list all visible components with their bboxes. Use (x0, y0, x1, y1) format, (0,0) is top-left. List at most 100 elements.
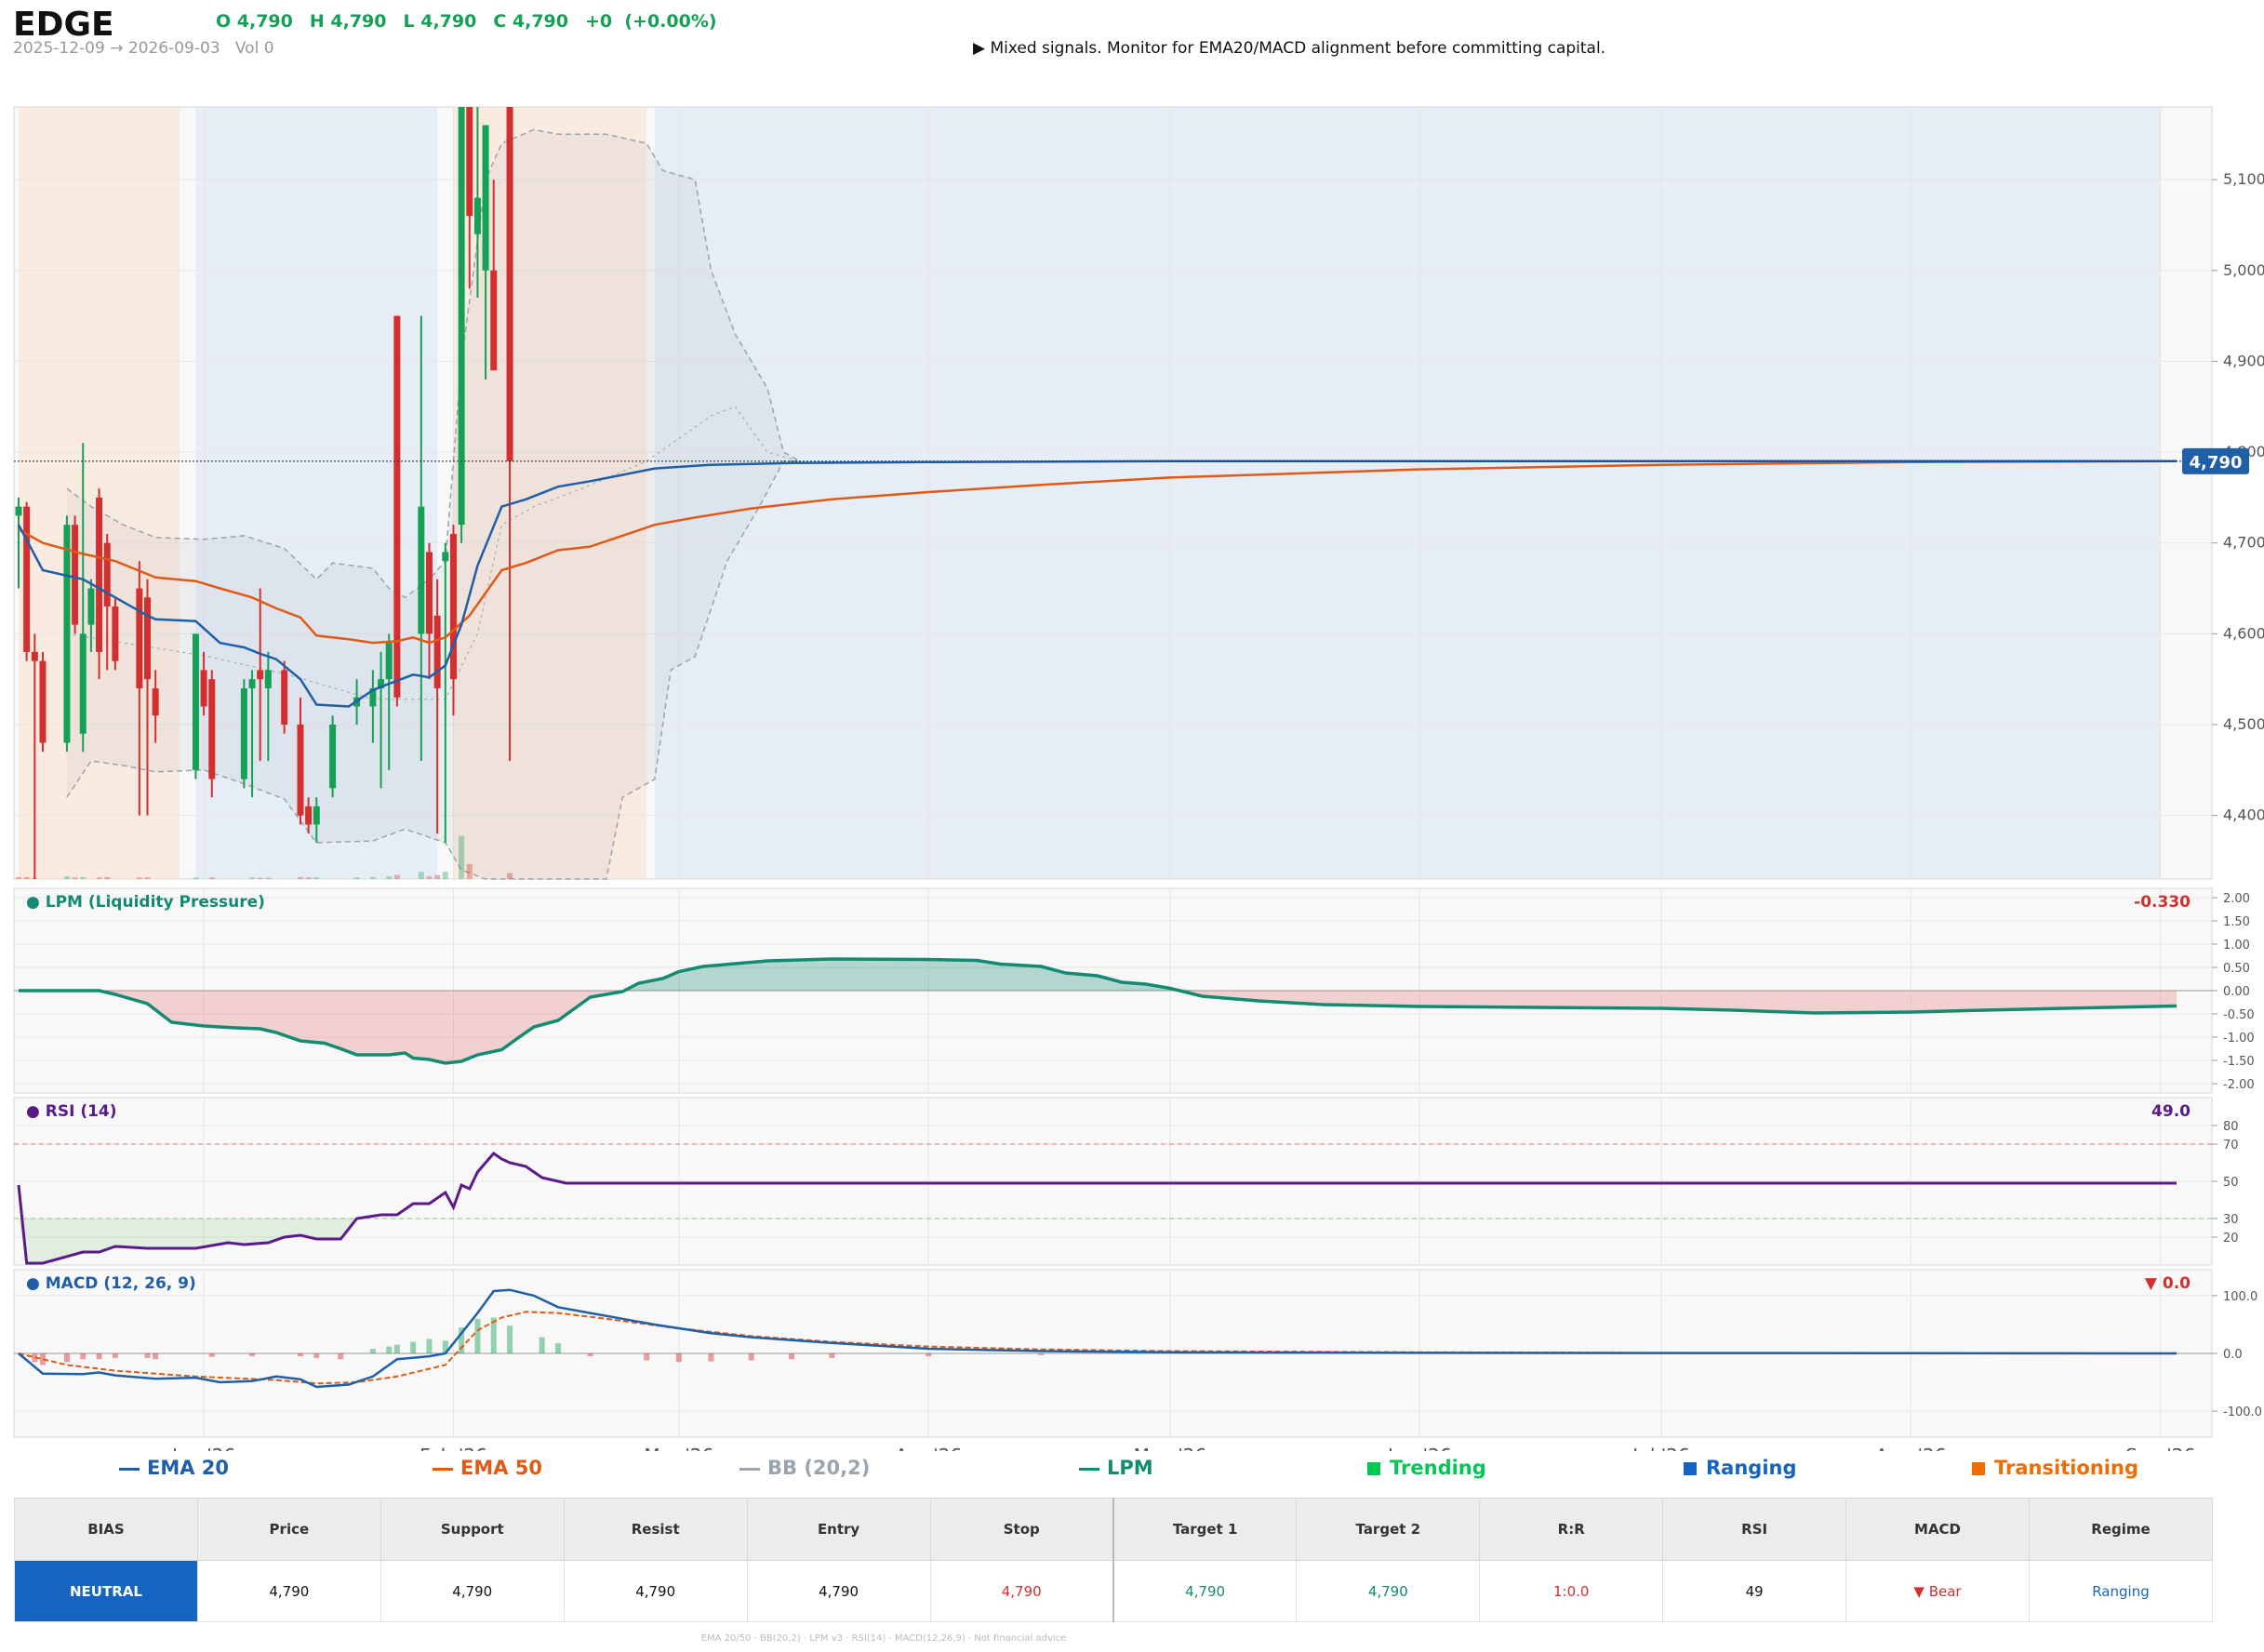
legend-label: EMA 50 (460, 1457, 543, 1479)
volume-bar (353, 877, 360, 879)
volume-bar (466, 863, 473, 879)
candle-body (257, 670, 264, 680)
macd-histogram-bar (153, 1353, 159, 1360)
summary-header-target-2: Target 2 (1296, 1498, 1481, 1561)
summary-cell-price: 4,790 (196, 1560, 381, 1622)
x-tick-label: Aug '26 (1875, 1445, 1946, 1451)
volume-bar (459, 835, 465, 879)
macd-histogram-bar (144, 1353, 151, 1358)
summary-header-support: Support (380, 1498, 565, 1561)
candle-body (506, 107, 513, 461)
candle-body (103, 542, 111, 607)
summary-header-resist: Resist (563, 1498, 748, 1561)
macd-histogram-bar (96, 1353, 102, 1360)
lpm-last-value: -0.330 (2134, 893, 2191, 912)
macd-panel-title: ● MACD (12, 26, 9) (26, 1274, 196, 1293)
volume-bar (426, 876, 433, 879)
x-tick-label: Sep '26 (2125, 1445, 2195, 1451)
summary-data-row: NEUTRAL 4,790 4,790 4,790 4,790 4,790 4,790 4,7… (14, 1560, 2214, 1622)
x-tick-label: Mar '26 (644, 1445, 713, 1451)
macd-histogram-bar (313, 1353, 320, 1358)
candle-body (23, 506, 31, 652)
macd-histogram-bar (208, 1353, 215, 1357)
candle-body (240, 687, 247, 779)
price-axis-tick-label: 5,000 (2223, 261, 2264, 279)
volume-bar (369, 876, 376, 879)
macd-histogram-bar (926, 1353, 932, 1357)
legend-item-bb-20-2: BB (20,2) (739, 1457, 870, 1479)
candle-body (458, 107, 465, 526)
candle-body (72, 525, 79, 625)
candle-body (39, 660, 47, 743)
macd-histogram-bar (410, 1341, 417, 1353)
candle-body (490, 270, 498, 371)
legend-swatch (119, 1467, 140, 1471)
volume-bar (72, 877, 78, 879)
rsi-axis-tick-label: 30 (2223, 1213, 2239, 1227)
summary-cell-target-1: 4,790 (1112, 1560, 1298, 1622)
lpm-panel-title: ● LPM (Liquidity Pressure) (26, 893, 265, 912)
macd-axis-tick-label: 0.0 (2223, 1348, 2243, 1362)
macd-histogram-bar (1038, 1353, 1045, 1355)
chart-area[interactable]: Jan '26 Feb '26 Mar '26 Apr '26 May '26 Jun '… (0, 0, 2264, 1451)
candle-body (418, 506, 425, 634)
macd-histogram-bar (393, 1344, 400, 1353)
summary-cell-regime: Ranging (2028, 1560, 2214, 1622)
x-tick-label: Feb '26 (420, 1445, 487, 1451)
last-price-label: 4,790 (2190, 453, 2243, 473)
footer-note: EMA 20/50 · BB(20,2) · LPM v3 · RSI(14) … (700, 1633, 1067, 1644)
volume-bar (313, 877, 320, 879)
macd-histogram-bar (63, 1353, 70, 1363)
candle-body (200, 670, 207, 707)
price-axis-tick-label: 4,900 (2223, 352, 2264, 369)
macd-histogram-bar (297, 1353, 303, 1357)
volume-bar (386, 876, 393, 879)
candle-body (152, 687, 159, 716)
rsi-axis-tick-label: 80 (2223, 1120, 2239, 1134)
macd-histogram-bar (708, 1353, 714, 1362)
candle-body (385, 643, 393, 680)
candle-body (329, 725, 337, 789)
lpm-axis-tick-label: 2.00 (2223, 892, 2250, 906)
candle-body (63, 525, 71, 743)
summary-cell-r-r: 1:0.0 (1479, 1560, 1664, 1622)
macd-histogram-bar (386, 1346, 393, 1353)
volume-bar (208, 877, 215, 879)
volume-bar (80, 876, 87, 879)
candle-body (449, 533, 457, 680)
x-tick-label: Jun '26 (1386, 1445, 1452, 1451)
macd-histogram-bar (369, 1349, 376, 1353)
candle-body (144, 597, 152, 680)
x-tick-label: Jan '26 (170, 1445, 235, 1451)
candle-body (248, 679, 256, 688)
macd-histogram-bar (507, 1326, 513, 1353)
candle-body (281, 670, 288, 725)
macd-histogram-bar (80, 1353, 87, 1360)
summary-cell-macd: ▼ Bear (1845, 1560, 2030, 1622)
candle-body (192, 633, 199, 770)
summary-header-entry: Entry (746, 1498, 931, 1561)
volume-bar (193, 877, 199, 879)
macd-histogram-bar (789, 1353, 795, 1360)
macd-histogram-bar (675, 1353, 682, 1363)
volume-bar (434, 874, 441, 879)
summary-cell-entry: 4,790 (746, 1560, 931, 1622)
candle-body (433, 615, 441, 688)
volume-bar (23, 876, 30, 879)
legend-label: BB (20,2) (767, 1457, 871, 1479)
summary-table: BIAS Price Support Resist Entry Stop Target 1T… (14, 1498, 2214, 1622)
volume-bar (63, 876, 70, 879)
summary-header-price: Price (196, 1498, 381, 1561)
macd-axis-tick-label: 100.0 (2223, 1290, 2257, 1304)
macd-axis-tick-label: -100.0 (2223, 1406, 2262, 1419)
legend-label: Ranging (1706, 1457, 1797, 1479)
lpm-axis-tick-label: 0.50 (2223, 962, 2250, 976)
volume-bar (442, 872, 448, 879)
summary-cell-target-2: 4,790 (1296, 1560, 1481, 1622)
x-tick-label: Jul '26 (1631, 1445, 1689, 1451)
candle-body (442, 552, 449, 562)
regime-band (654, 107, 2161, 879)
volume-bar (418, 872, 424, 879)
macd-histogram-bar (474, 1318, 481, 1353)
candle-body (313, 806, 320, 825)
